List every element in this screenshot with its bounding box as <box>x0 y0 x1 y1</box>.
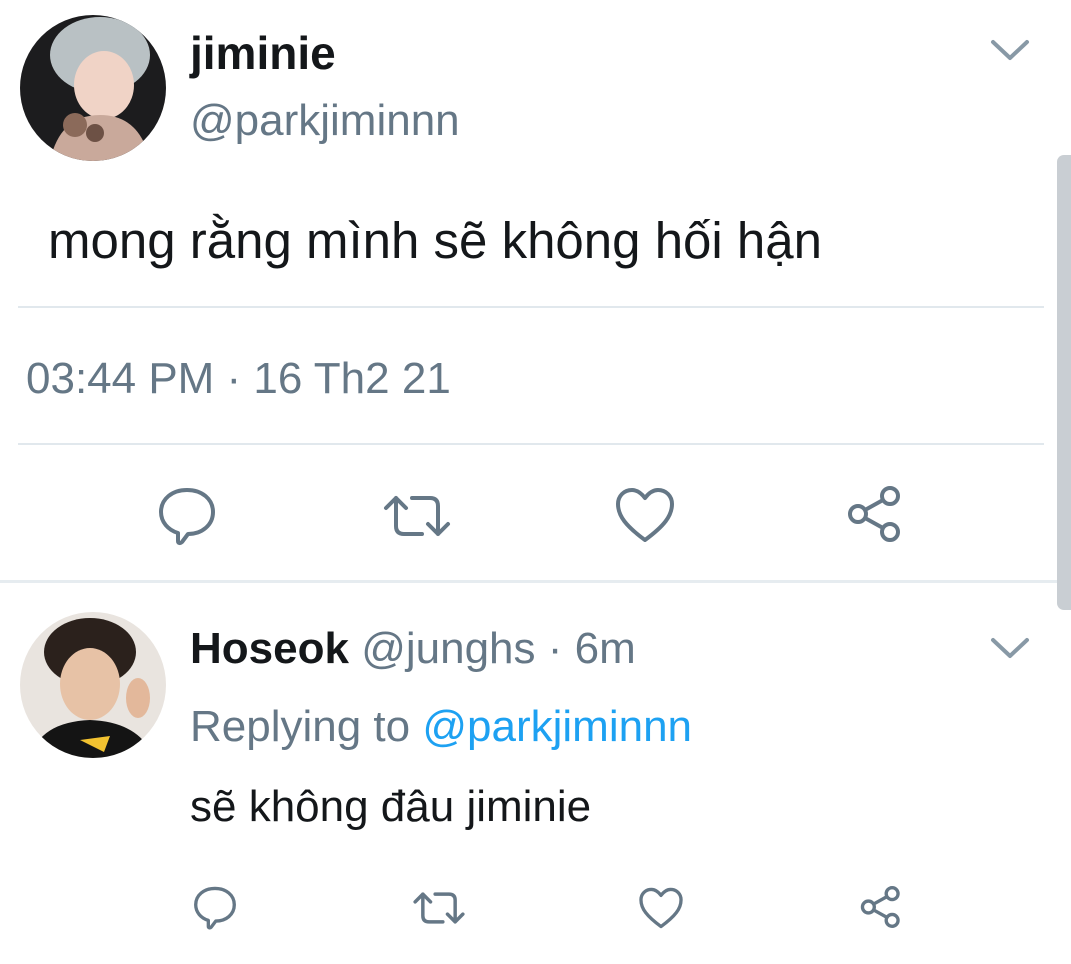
divider <box>18 306 1044 308</box>
avatar-jiminie[interactable] <box>20 15 166 161</box>
chevron-down-icon[interactable] <box>990 38 1030 67</box>
divider <box>18 443 1044 445</box>
display-name[interactable]: jiminie <box>190 26 336 80</box>
replying-to: Replying to @parkjiminnn <box>190 700 692 754</box>
reply-icon <box>159 488 215 546</box>
retweet-button[interactable] <box>412 888 466 928</box>
like-button[interactable] <box>614 486 676 544</box>
username[interactable]: @parkjiminnn <box>190 94 460 148</box>
share-button[interactable] <box>858 884 904 930</box>
reply-header: Hoseok @junghs · 6m <box>190 622 636 676</box>
reply-button[interactable] <box>192 884 238 930</box>
share-icon <box>848 486 900 542</box>
tweet-text: sẽ không đâu jiminie <box>190 782 592 831</box>
scrollbar[interactable] <box>1057 155 1071 610</box>
tweet-timestamp[interactable]: 03:44 PM · 16 Th2 21 <box>26 352 451 406</box>
section-divider <box>0 580 1071 583</box>
like-button[interactable] <box>638 886 684 930</box>
tweet-text: mong rằng mình sẽ không hối hận <box>48 212 823 269</box>
replying-to-label: Replying to <box>190 702 411 751</box>
replying-to-handle[interactable]: @parkjiminnn <box>422 702 692 751</box>
username[interactable]: @junghs <box>361 624 535 673</box>
share-icon <box>860 886 900 928</box>
retweet-icon <box>413 892 465 924</box>
tweet-age[interactable]: 6m <box>575 624 636 673</box>
like-icon <box>616 488 674 542</box>
like-icon <box>639 887 683 929</box>
separator-dot: · <box>535 624 575 673</box>
retweet-icon <box>384 496 450 536</box>
share-button[interactable] <box>844 484 906 544</box>
display-name[interactable]: Hoseok <box>190 624 349 673</box>
reply-icon <box>194 886 236 930</box>
avatar-hoseok[interactable] <box>20 612 166 758</box>
chevron-down-icon[interactable] <box>990 636 1030 665</box>
reply-button[interactable] <box>156 484 218 546</box>
retweet-button[interactable] <box>382 490 452 542</box>
